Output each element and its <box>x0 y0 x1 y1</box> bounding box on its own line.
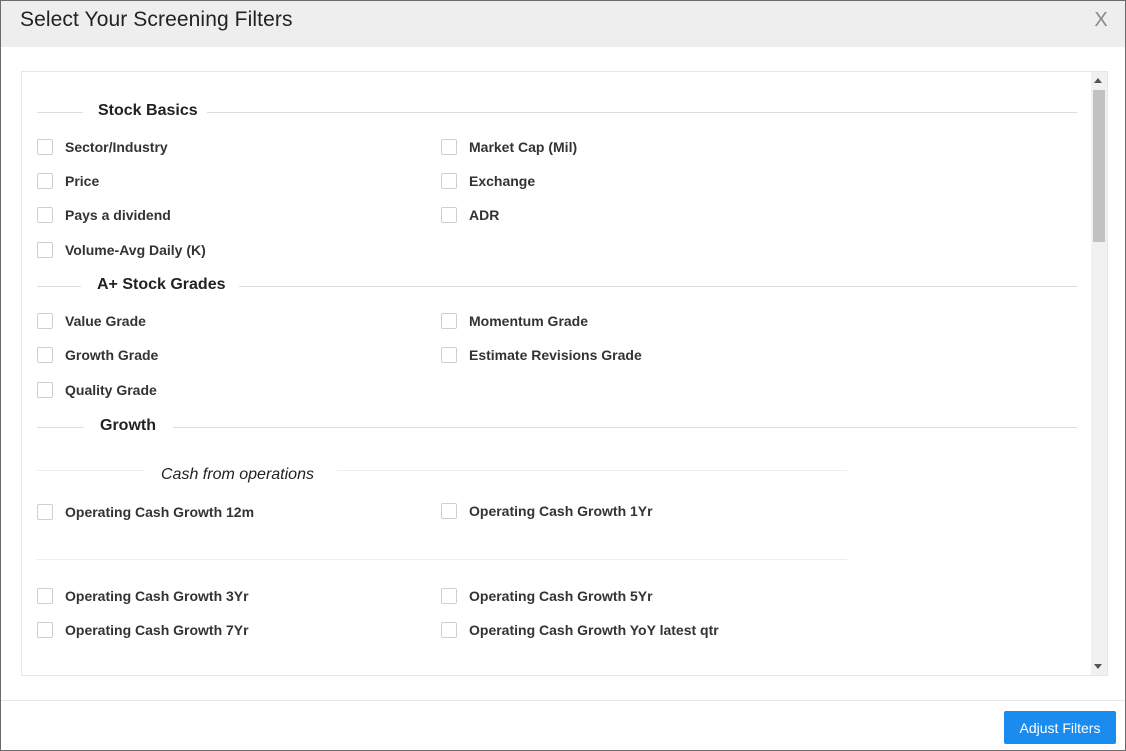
filter-label[interactable]: Operating Cash Growth 12m <box>65 503 254 521</box>
subsection-cash-from-operations: Cash from operations <box>37 466 847 488</box>
filter-label[interactable]: Growth Grade <box>65 346 158 364</box>
section-title: A+ Stock Grades <box>97 276 226 293</box>
filter-label[interactable]: Quality Grade <box>65 381 157 399</box>
filter-label[interactable]: Operating Cash Growth 3Yr <box>65 587 249 605</box>
footer-divider <box>1 700 1125 701</box>
checkbox[interactable] <box>441 173 457 189</box>
checkbox[interactable] <box>37 504 53 520</box>
filter-label[interactable]: Sector/Industry <box>65 138 168 156</box>
checkbox[interactable] <box>37 139 53 155</box>
divider <box>37 559 847 560</box>
modal-header: Select Your Screening Filters X <box>1 1 1125 47</box>
checkbox[interactable] <box>441 347 457 363</box>
filter-label[interactable]: Operating Cash Growth 1Yr <box>469 502 653 520</box>
filter-label[interactable]: Value Grade <box>65 312 146 330</box>
section-title: Stock Basics <box>98 102 198 119</box>
checkbox[interactable] <box>441 588 457 604</box>
filter-label[interactable]: ADR <box>469 206 499 224</box>
filter-label[interactable]: Operating Cash Growth 7Yr <box>65 621 249 639</box>
checkbox[interactable] <box>37 382 53 398</box>
checkbox[interactable] <box>37 313 53 329</box>
filters-scroll-panel[interactable]: Stock Basics Sector/Industry Market Cap … <box>21 71 1108 676</box>
filter-label[interactable]: Operating Cash Growth 5Yr <box>469 587 653 605</box>
scroll-thumb[interactable] <box>1093 90 1105 242</box>
checkbox[interactable] <box>37 207 53 223</box>
checkbox[interactable] <box>37 173 53 189</box>
section-title: Growth <box>100 417 156 434</box>
filter-label[interactable]: Price <box>65 172 99 190</box>
filters-content: Stock Basics Sector/Industry Market Cap … <box>22 72 1092 675</box>
close-icon[interactable]: X <box>1091 9 1111 31</box>
modal-title: Select Your Screening Filters <box>20 8 293 31</box>
filter-label[interactable]: Estimate Revisions Grade <box>469 346 642 364</box>
checkbox[interactable] <box>441 139 457 155</box>
filter-label[interactable]: Market Cap (Mil) <box>469 138 577 156</box>
checkbox[interactable] <box>37 242 53 258</box>
scroll-up-icon[interactable] <box>1094 78 1102 83</box>
checkbox[interactable] <box>441 622 457 638</box>
filter-label[interactable]: Volume-Avg Daily (K) <box>65 241 206 259</box>
filter-label[interactable]: Operating Cash Growth YoY latest qtr <box>469 621 719 639</box>
filter-label[interactable]: Pays a dividend <box>65 206 171 224</box>
vertical-scrollbar[interactable] <box>1091 72 1107 675</box>
checkbox[interactable] <box>37 347 53 363</box>
filter-label[interactable]: Exchange <box>469 172 535 190</box>
checkbox[interactable] <box>37 622 53 638</box>
subsection-title: Cash from operations <box>161 466 314 483</box>
filter-label[interactable]: Momentum Grade <box>469 312 588 330</box>
section-growth: Growth <box>37 417 1077 439</box>
adjust-filters-button[interactable]: Adjust Filters <box>1004 711 1116 744</box>
checkbox[interactable] <box>441 207 457 223</box>
scroll-down-icon[interactable] <box>1094 664 1102 669</box>
filters-modal: Select Your Screening Filters X Stock Ba… <box>0 0 1126 751</box>
checkbox[interactable] <box>441 503 457 519</box>
checkbox[interactable] <box>441 313 457 329</box>
section-stock-basics: Stock Basics <box>37 102 1077 124</box>
checkbox[interactable] <box>37 588 53 604</box>
section-stock-grades: A+ Stock Grades <box>37 276 1077 298</box>
